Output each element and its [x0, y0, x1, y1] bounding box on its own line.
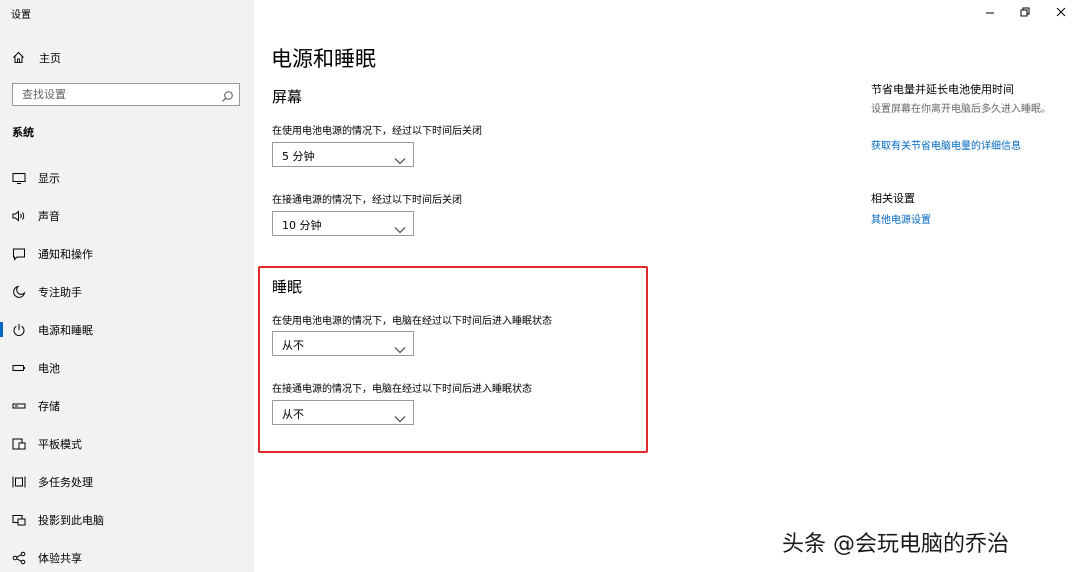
sidebar-item-multitasking[interactable]: 多任务处理 [0, 464, 254, 498]
screen-plugged-label: 在接通电源的情况下，经过以下时间后关闭 [272, 195, 462, 206]
sidebar-item-label: 电源和睡眠 [38, 324, 93, 337]
search-input[interactable] [13, 84, 213, 105]
save-power-title: 节省电量并延长电池使用时间 [871, 83, 1014, 96]
battery-icon [12, 360, 26, 374]
section-label-system: 系统 [12, 126, 34, 139]
chevron-down-icon [394, 339, 406, 358]
dropdown-value: 5 分钟 [282, 150, 315, 163]
speaker-icon [12, 208, 26, 222]
page-title: 电源和睡眠 [271, 47, 376, 71]
sidebar-item-battery[interactable]: 电池 [0, 350, 254, 384]
sidebar-item-label: 体验共享 [38, 552, 82, 565]
sidebar-item-project-to-pc[interactable]: 投影到此电脑 [0, 502, 254, 536]
sleep-plugged-label: 在接通电源的情况下，电脑在经过以下时间后进入睡眠状态 [272, 384, 532, 395]
dropdown-value: 从不 [282, 339, 304, 352]
project-icon [12, 512, 26, 526]
sidebar-item-label: 电池 [38, 362, 60, 375]
sidebar: 设置 主页 系统 显示 声音 [0, 0, 254, 572]
sidebar-item-storage[interactable]: 存储 [0, 388, 254, 422]
power-icon [12, 322, 26, 336]
sidebar-item-label: 存储 [38, 400, 60, 413]
dropdown-value: 从不 [282, 408, 304, 421]
screen-plugged-dropdown[interactable]: 10 分钟 [272, 211, 414, 236]
multitask-icon [12, 474, 26, 488]
sidebar-item-sound[interactable]: 声音 [0, 198, 254, 232]
home-label: 主页 [39, 52, 61, 65]
sidebar-item-label: 声音 [38, 210, 60, 223]
sidebar-item-label: 平板模式 [38, 438, 82, 451]
sleep-battery-label: 在使用电池电源的情况下，电脑在经过以下时间后进入睡眠状态 [272, 316, 552, 327]
sleep-plugged-dropdown[interactable]: 从不 [272, 400, 414, 425]
restore-button[interactable] [1017, 4, 1033, 20]
save-power-link[interactable]: 获取有关节省电脑电量的详细信息 [871, 137, 1021, 152]
sidebar-item-label: 投影到此电脑 [38, 514, 104, 527]
monitor-icon [12, 170, 26, 184]
restore-icon [1020, 7, 1030, 17]
home-icon [12, 49, 25, 68]
search-icon[interactable] [221, 88, 234, 107]
sidebar-item-label: 通知和操作 [38, 248, 93, 261]
search-box[interactable] [12, 83, 240, 106]
sidebar-item-shared-experiences[interactable]: 体验共享 [0, 540, 254, 572]
watermark: 头条 @会玩电脑的乔治 [782, 532, 1009, 557]
notification-icon [12, 246, 26, 261]
screen-battery-dropdown[interactable]: 5 分钟 [272, 142, 414, 167]
active-indicator [0, 322, 3, 337]
app-title: 设置 [11, 10, 31, 21]
chevron-down-icon [394, 408, 406, 427]
sleep-heading: 睡眠 [272, 278, 303, 296]
sidebar-item-label: 显示 [38, 172, 60, 185]
share-icon [12, 550, 26, 565]
tablet-icon [12, 436, 26, 450]
settings-window: 设置 主页 系统 显示 声音 [0, 0, 1080, 572]
sidebar-item-notifications[interactable]: 通知和操作 [0, 236, 254, 270]
related-settings-title: 相关设置 [871, 192, 915, 205]
chevron-down-icon [394, 219, 406, 238]
save-power-text: 设置屏幕在你离开电脑后多久进入睡眠。 [871, 104, 1051, 115]
dropdown-value: 10 分钟 [282, 219, 322, 232]
moon-icon [12, 284, 26, 298]
additional-power-settings-link[interactable]: 其他电源设置 [871, 211, 931, 226]
storage-icon [12, 398, 26, 412]
minimize-icon [986, 12, 994, 14]
chevron-down-icon [394, 150, 406, 169]
sidebar-item-label: 多任务处理 [38, 476, 93, 489]
sidebar-item-display[interactable]: 显示 [0, 160, 254, 194]
screen-heading: 屏幕 [272, 88, 303, 106]
minimize-button[interactable] [982, 4, 998, 20]
close-icon [1056, 7, 1066, 17]
sleep-battery-dropdown[interactable]: 从不 [272, 331, 414, 356]
screen-battery-label: 在使用电池电源的情况下，经过以下时间后关闭 [272, 126, 482, 137]
sidebar-item-tablet-mode[interactable]: 平板模式 [0, 426, 254, 460]
sidebar-item-label: 专注助手 [38, 286, 82, 299]
sidebar-item-power-sleep[interactable]: 电源和睡眠 [0, 312, 254, 346]
sidebar-item-focus-assist[interactable]: 专注助手 [0, 274, 254, 308]
close-button[interactable] [1053, 4, 1069, 20]
home-nav-item[interactable]: 主页 [12, 48, 61, 68]
